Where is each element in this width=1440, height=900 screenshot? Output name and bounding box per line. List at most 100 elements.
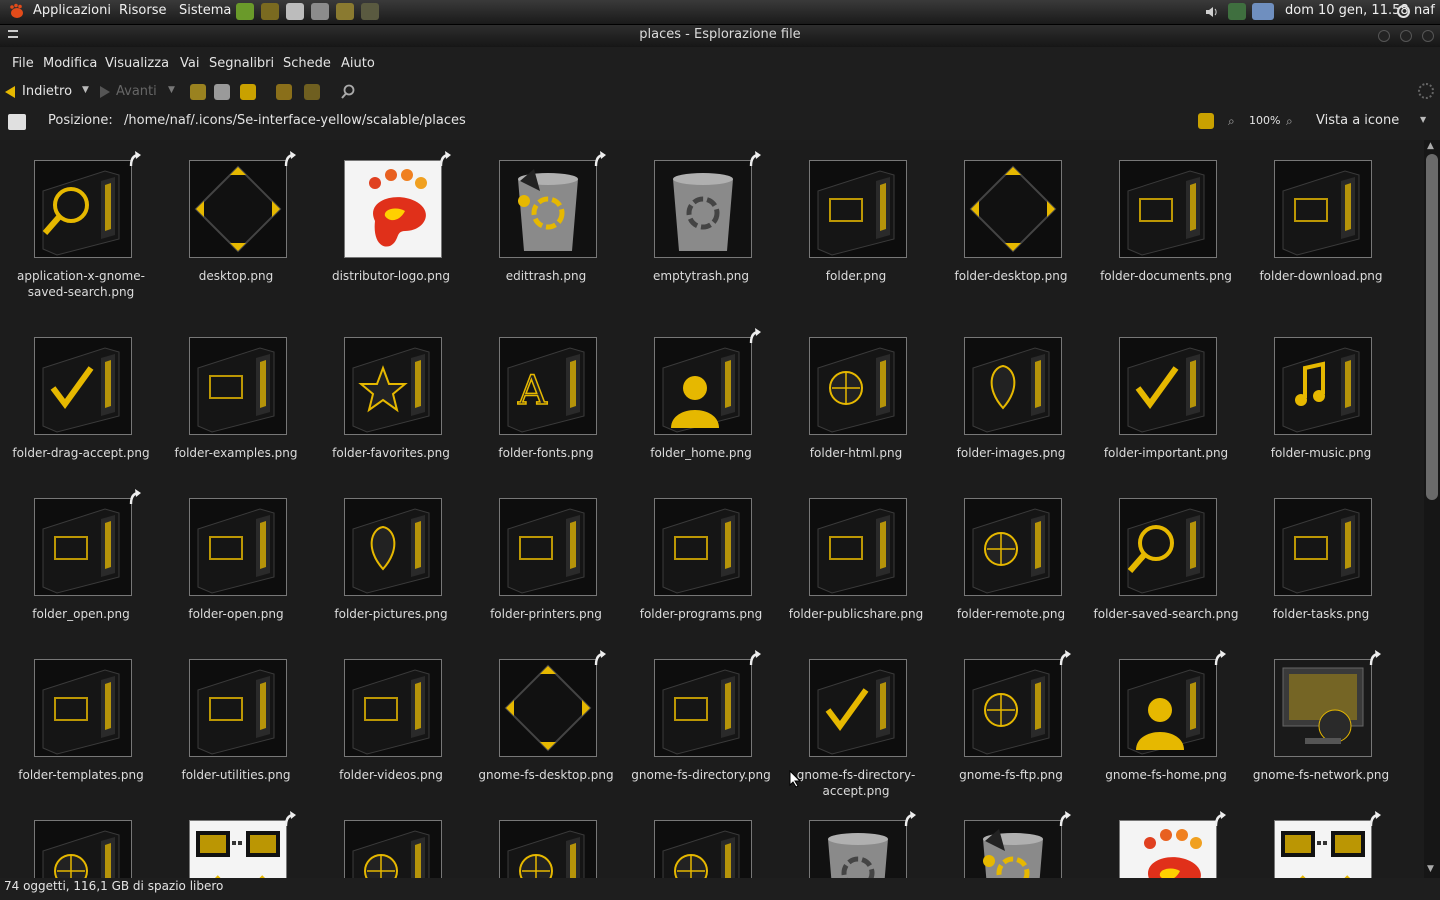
back-dropdown-icon[interactable]: ▼: [82, 85, 89, 95]
menu-tabs[interactable]: Schede: [283, 56, 331, 71]
mouse-pointer-icon: [789, 769, 802, 788]
trash-empty-icon: [654, 160, 752, 258]
file-name: folder-examples.png: [174, 446, 298, 460]
folder-star-icon: [344, 337, 442, 435]
launcher-tool-icon[interactable]: [336, 3, 354, 20]
file-name: folder-utilities.png: [181, 768, 291, 782]
forward-dropdown-icon[interactable]: ▼: [168, 85, 175, 95]
file-name: edittrash.png: [505, 269, 587, 283]
maximize-button[interactable]: [1400, 30, 1412, 42]
folder-network-icon: [344, 820, 442, 878]
menu-go[interactable]: Vai: [180, 56, 199, 71]
launcher-nvidia-icon[interactable]: [236, 3, 254, 20]
symlink-emblem-icon: [128, 150, 142, 168]
launcher-network-icon[interactable]: [311, 3, 329, 20]
home-icon[interactable]: [276, 84, 292, 100]
symlink-emblem-icon: [1058, 649, 1072, 667]
zoom-in-icon[interactable]: ⌕: [1286, 114, 1293, 129]
menubar: File Modifica Visualizza Vai Segnalibri …: [0, 50, 1440, 76]
back-button[interactable]: Indietro: [22, 84, 72, 99]
view-mode-dropdown-icon: ▼: [1420, 115, 1427, 124]
file-name: folder-desktop.png: [954, 269, 1068, 283]
file-name: folder-printers.png: [490, 607, 602, 621]
file-name: folder_open.png: [32, 607, 130, 621]
folder-download-icon: [1274, 160, 1372, 258]
file-name: gnome-fs-ftp.png: [959, 768, 1063, 782]
folder-tasks-icon: [1274, 498, 1372, 596]
folder-utilities-icon: [189, 659, 287, 757]
file-name: desktop.png: [198, 269, 274, 283]
scroll-down-icon[interactable]: ▼: [1427, 864, 1434, 874]
diamond-icon: [189, 160, 287, 258]
computers-icon: [1274, 820, 1372, 878]
symlink-emblem-icon: [1058, 810, 1072, 828]
volume-icon[interactable]: [1204, 4, 1220, 20]
icon-view[interactable]: application-x-gnome-saved-search.png des…: [0, 140, 1424, 878]
file-name: folder-documents.png: [1100, 269, 1232, 283]
path-toggle-icon[interactable]: [8, 114, 26, 130]
forward-button[interactable]: Avanti: [116, 84, 157, 99]
file-name: gnome-fs-desktop.png: [478, 768, 614, 782]
panel-menu-system[interactable]: Sistema: [179, 3, 231, 18]
window-titlebar[interactable]: places - Esplorazione file: [0, 25, 1440, 47]
symlink-emblem-icon: [748, 150, 762, 168]
file-name: application-x-gnome-saved-search.png: [17, 269, 145, 299]
notification-icon[interactable]: [1252, 3, 1274, 20]
forward-arrow-icon: [100, 86, 110, 98]
location-bar: Posizione: /home/naf/.icons/Se-interface…: [0, 108, 1440, 136]
zoom-out-icon[interactable]: ⌕: [1228, 114, 1235, 129]
back-arrow-icon[interactable]: [5, 86, 15, 98]
launcher-app-icon[interactable]: [261, 3, 279, 20]
gnome-foot-icon[interactable]: [8, 3, 24, 19]
location-input[interactable]: /home/naf/.icons/Se-interface-yellow/sca…: [124, 113, 466, 128]
up-icon[interactable]: [190, 84, 206, 100]
folder-fonts-icon: A: [499, 337, 597, 435]
file-name: folder-html.png: [809, 446, 903, 460]
view-mode-select[interactable]: Vista a icone ▼: [1310, 111, 1434, 131]
file-name: folder-open.png: [188, 607, 284, 621]
stop-icon[interactable]: [214, 84, 230, 100]
panel-menu-applications[interactable]: Applicazioni: [33, 3, 111, 18]
file-name: folder-tasks.png: [1272, 607, 1370, 621]
minimize-button[interactable]: [1378, 30, 1390, 42]
file-name: gnome-fs-network.png: [1252, 768, 1390, 782]
panel-menu-places[interactable]: Risorse: [119, 3, 167, 18]
power-icon[interactable]: [1397, 5, 1410, 18]
folder-pictures-icon: [964, 337, 1062, 435]
menu-file[interactable]: File: [12, 56, 34, 71]
symlink-emblem-icon: [1213, 649, 1227, 667]
close-button[interactable]: [1422, 30, 1434, 42]
folder-users-icon: [809, 498, 907, 596]
menu-edit[interactable]: Modifica: [43, 56, 97, 71]
folder-printer-icon: [499, 498, 597, 596]
file-name: gnome-fs-directory.png: [631, 768, 771, 782]
menu-help[interactable]: Aiuto: [341, 56, 375, 71]
file-name: folder-videos.png: [339, 768, 443, 782]
reload-icon[interactable]: [240, 84, 256, 100]
folder-check-icon: [34, 337, 132, 435]
folder-templates-icon: [34, 659, 132, 757]
search-icon[interactable]: [340, 84, 356, 100]
diamond-icon: [964, 160, 1062, 258]
folder-network-icon: [964, 659, 1062, 757]
launcher-document-icon[interactable]: [286, 3, 304, 20]
clear-icon[interactable]: [1198, 113, 1214, 129]
symlink-emblem-icon: [283, 150, 297, 168]
file-name: folder_home.png: [650, 446, 752, 460]
panel-clock[interactable]: dom 10 gen, 11.58: [1285, 3, 1409, 18]
file-name: folder-music.png: [1270, 446, 1372, 460]
scrollbar-thumb[interactable]: [1426, 154, 1438, 500]
computer-icon[interactable]: [304, 84, 320, 100]
file-name: folder-saved-search.png: [1093, 607, 1239, 621]
file-name: folder-download.png: [1259, 269, 1383, 283]
panel-user[interactable]: naf: [1414, 3, 1435, 18]
vertical-scrollbar[interactable]: ▲ ▼: [1424, 140, 1440, 878]
menu-bookmarks[interactable]: Segnalibri: [209, 56, 274, 71]
network-status-icon[interactable]: [1228, 3, 1246, 20]
menu-view[interactable]: Visualizza: [105, 56, 169, 71]
status-text: 74 oggetti, 116,1 GB di spazio libero: [4, 879, 224, 893]
zoom-level[interactable]: 100%: [1249, 114, 1280, 127]
launcher-editor-icon[interactable]: [361, 3, 379, 20]
scroll-up-icon[interactable]: ▲: [1427, 141, 1434, 151]
file-name: folder-publicshare.png: [788, 607, 924, 621]
